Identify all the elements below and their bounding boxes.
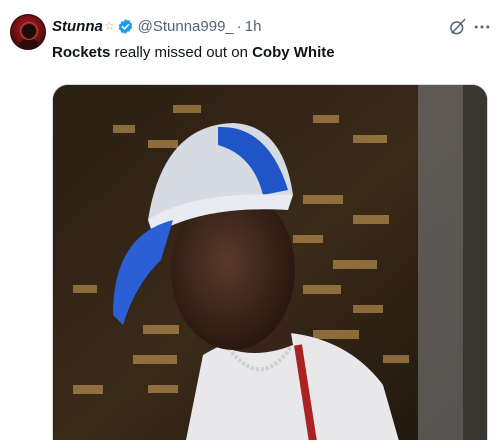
- display-name[interactable]: Stunna: [52, 18, 103, 35]
- grok-icon[interactable]: [448, 17, 468, 37]
- user-handle[interactable]: @Stunna999_: [138, 18, 234, 35]
- tweet-header: Stunna ☆ @Stunna999_ · 1h: [52, 15, 261, 37]
- separator-dot: ·: [236, 17, 242, 35]
- tweet[interactable]: Stunna ☆ @Stunna999_ · 1h Rockets really…: [0, 0, 500, 440]
- media-photo: [53, 85, 487, 440]
- tweet-text-coby-white[interactable]: Coby White: [252, 44, 335, 61]
- avatar[interactable]: [10, 14, 46, 50]
- verified-badge-icon: [117, 18, 134, 35]
- tweet-text-rockets[interactable]: Rockets: [52, 44, 110, 61]
- tweet-text: Rockets really missed out on Coby White: [52, 44, 335, 61]
- timestamp[interactable]: 1h: [245, 18, 262, 35]
- star-emoji: ☆: [103, 19, 115, 33]
- tweet-text-middle: really missed out on: [110, 44, 253, 61]
- more-icon[interactable]: [472, 17, 492, 37]
- tweet-media-image[interactable]: [52, 84, 488, 440]
